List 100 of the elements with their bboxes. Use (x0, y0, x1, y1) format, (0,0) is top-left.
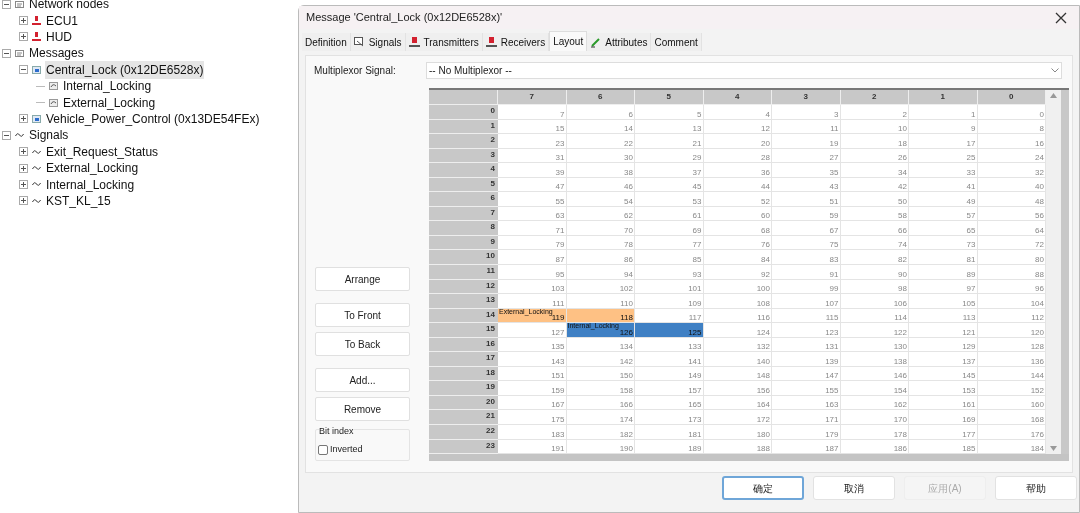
tree-item[interactable]: Internal_Locking (45, 175, 136, 194)
tree-item[interactable]: Internal_Locking (62, 77, 153, 96)
table-cell: 21 (635, 134, 704, 149)
side-button[interactable]: Arrange (315, 267, 410, 291)
expander-icon[interactable] (19, 196, 28, 206)
expander-icon[interactable] (19, 114, 28, 124)
table-cell: 80 (977, 250, 1046, 265)
checkbox[interactable] (318, 444, 328, 455)
table-cell: 51 (772, 192, 841, 207)
table-cell: 159 (498, 381, 567, 396)
table-cell: 171 (772, 410, 841, 425)
table-cell: 111 (498, 294, 567, 309)
folder-icon (15, 49, 24, 57)
table-cell: 174 (566, 410, 635, 425)
checkbox-label: Inverted (330, 443, 363, 456)
expander-icon[interactable] (19, 16, 28, 26)
tree-item[interactable]: Vehicle_Power_Control (0x13DE54FEx) (45, 109, 261, 128)
expander-icon[interactable] (19, 180, 28, 189)
table-cell: 81 (909, 250, 978, 265)
table-cell: 68 (703, 221, 772, 236)
node-icon (32, 32, 41, 42)
multiplexor-dropdown[interactable]: -- No Multiplexor -- (426, 62, 1062, 79)
expander-icon[interactable] (19, 163, 28, 173)
table-cell: 70 (566, 221, 635, 236)
table-cell: 23 (498, 134, 567, 149)
expander-icon[interactable] (19, 65, 28, 75)
expander-icon[interactable] (2, 130, 11, 140)
table-cell: 169 (909, 410, 978, 425)
column-header: 2 (840, 90, 909, 105)
table-cell: 155 (772, 381, 841, 396)
tab[interactable]: Definition (302, 33, 351, 51)
horizontal-scrollbar[interactable] (429, 454, 1069, 461)
dialog-button[interactable]: 取消 (813, 476, 895, 500)
tab[interactable]: Signals (350, 33, 406, 51)
side-button[interactable]: To Back (315, 332, 410, 356)
table-cell: 141 (635, 352, 704, 367)
row-header: 17 (429, 352, 498, 367)
signal-mapping-icon (49, 98, 58, 107)
tab[interactable]: Layout (549, 31, 588, 51)
table-cell: 168 (977, 410, 1046, 425)
side-button[interactable]: Add... (315, 368, 410, 392)
side-button[interactable]: To Front (315, 303, 410, 327)
tree-item[interactable]: Exit_Request_Status (45, 142, 160, 161)
tree-item[interactable]: Signals (28, 126, 70, 145)
tree-item[interactable]: Messages (28, 44, 85, 63)
table-cell: 48 (977, 192, 1046, 207)
signals-tab-icon (353, 37, 365, 47)
tree-item[interactable]: External_Locking (62, 93, 157, 112)
table-cell: 173 (635, 410, 704, 425)
expander-icon[interactable] (19, 147, 28, 157)
table-cell: 84 (703, 250, 772, 265)
table-cell: 170 (840, 410, 909, 425)
table-cell: 153 (909, 381, 978, 396)
table-cell: 137 (909, 352, 978, 367)
table-cell: 16 (977, 134, 1046, 149)
column-header: 5 (635, 90, 704, 105)
tree-item[interactable]: Network nodes (28, 0, 111, 14)
table-cell: 140 (703, 352, 772, 367)
table-cell: 19 (772, 134, 841, 149)
row-header: 10 (429, 250, 498, 265)
close-icon[interactable] (1055, 11, 1067, 24)
table-cell: 120 (977, 323, 1046, 338)
node-icon (485, 37, 497, 47)
tree-item[interactable]: HUD (45, 28, 73, 46)
table-cell: 50 (840, 192, 909, 207)
table-cell: 172 (703, 410, 772, 425)
dialog-button[interactable]: 帮助 (995, 476, 1077, 500)
tab[interactable]: Receivers (482, 33, 550, 51)
expander-icon[interactable] (2, 0, 11, 9)
table-cell: 64 (977, 221, 1046, 236)
tree-item[interactable]: External_Locking (45, 159, 140, 178)
column-header: 3 (772, 90, 841, 105)
tree-item[interactable]: Central_Lock (0x12DE6528x) (45, 60, 205, 79)
folder-icon (15, 0, 24, 8)
table-cell: 22 (566, 134, 635, 149)
table-cell: 152 (977, 381, 1046, 396)
table-cell: 32 (977, 163, 1046, 178)
tab[interactable]: Attributes (587, 33, 652, 51)
expander-icon[interactable] (19, 32, 28, 42)
message-icon (32, 65, 41, 74)
tree-item[interactable]: ECU1 (45, 11, 79, 30)
table-cell: 109 (635, 294, 704, 309)
dialog-button[interactable]: 确定 (722, 476, 804, 500)
table-cell: 66 (840, 221, 909, 236)
table-cell: 157 (635, 381, 704, 396)
side-button[interactable]: Remove (315, 397, 410, 421)
table-cell: 156 (703, 381, 772, 396)
expander-icon[interactable] (2, 48, 11, 58)
table-cell: 67 (772, 221, 841, 236)
tab[interactable]: Transmitters (405, 33, 483, 51)
table-cell: 49 (909, 192, 978, 207)
tree-item[interactable]: KST_KL_15 (45, 191, 112, 210)
table-cell: 17 (909, 134, 978, 149)
table-cell: 53 (635, 192, 704, 207)
signal-cell[interactable]: 125 (635, 323, 704, 338)
table-cell: 55 (498, 192, 567, 207)
tab[interactable]: Comment (651, 33, 702, 51)
table-cell: 86 (566, 250, 635, 265)
row-header: 15 (429, 323, 498, 338)
table-cell: 104 (977, 294, 1046, 309)
